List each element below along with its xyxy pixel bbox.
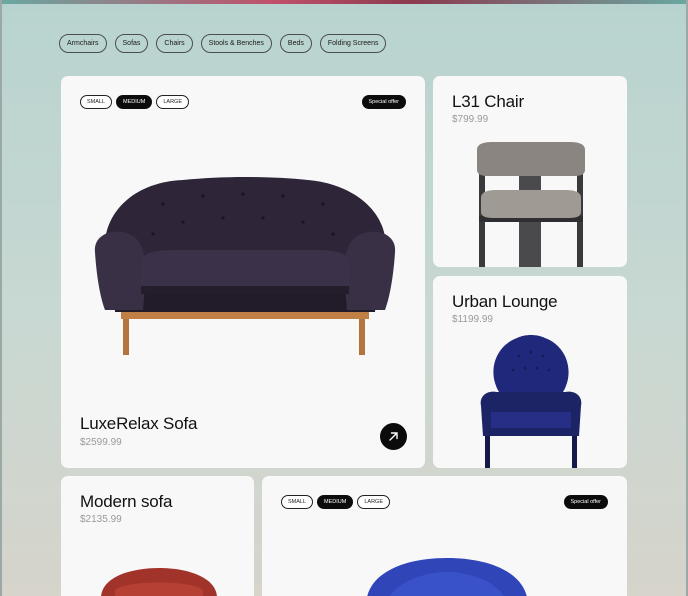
size-option-small[interactable]: SMALL bbox=[281, 495, 314, 509]
product-price: $799.99 bbox=[452, 114, 489, 125]
sofa-image bbox=[93, 174, 397, 356]
size-option-large[interactable]: LARGE bbox=[357, 495, 391, 509]
window-frame-left bbox=[0, 0, 2, 596]
size-option-medium[interactable]: MEDIUM bbox=[116, 95, 153, 109]
category-chip-folding-screens[interactable]: Folding Screens bbox=[319, 34, 387, 53]
product-title: LuxeRelax Sofa bbox=[80, 414, 198, 433]
size-option-large[interactable]: LARGE bbox=[156, 95, 190, 109]
product-price: $2599.99 bbox=[80, 437, 122, 448]
product-price: $1199.99 bbox=[452, 314, 493, 325]
window-top-strip bbox=[0, 0, 688, 4]
product-card-modern-sofa[interactable]: Modern sofa $2135.99 bbox=[61, 476, 254, 596]
category-chip-armchairs[interactable]: Armchairs bbox=[59, 34, 107, 53]
blue-chair-image bbox=[366, 558, 528, 596]
product-card-featured-chair[interactable]: SMALL MEDIUM LARGE Special offer bbox=[262, 476, 627, 596]
size-selector: SMALL MEDIUM LARGE bbox=[80, 95, 190, 109]
size-selector: SMALL MEDIUM LARGE bbox=[281, 495, 391, 509]
product-price: $2135.99 bbox=[80, 514, 122, 525]
product-title: L31 Chair bbox=[452, 92, 524, 111]
modern-sofa-image bbox=[99, 568, 219, 596]
category-chip-chairs[interactable]: Chairs bbox=[156, 34, 193, 53]
category-chip-beds[interactable]: Beds bbox=[279, 34, 312, 53]
category-chip-stools-benches[interactable]: Stools & Benches bbox=[200, 34, 272, 53]
size-option-small[interactable]: SMALL bbox=[80, 95, 113, 109]
open-product-button[interactable] bbox=[380, 423, 407, 450]
product-card-luxerelax-sofa[interactable]: SMALL MEDIUM LARGE Special offer LuxeRel… bbox=[61, 76, 425, 468]
product-card-l31-chair[interactable]: L31 Chair $799.99 bbox=[433, 76, 627, 267]
category-filter-bar: Armchairs Sofas Chairs Stools & Benches … bbox=[59, 34, 387, 53]
armchair-image bbox=[479, 332, 583, 468]
arrow-up-right-icon bbox=[389, 432, 398, 441]
product-card-urban-lounge[interactable]: Urban Lounge $1199.99 bbox=[433, 276, 627, 468]
special-offer-badge: Special offer bbox=[563, 495, 608, 509]
category-chip-sofas[interactable]: Sofas bbox=[114, 34, 149, 53]
special-offer-badge: Special offer bbox=[361, 95, 406, 109]
chair-image bbox=[473, 142, 589, 267]
size-option-medium[interactable]: MEDIUM bbox=[317, 495, 354, 509]
product-title: Modern sofa bbox=[80, 492, 173, 511]
product-title: Urban Lounge bbox=[452, 292, 558, 311]
